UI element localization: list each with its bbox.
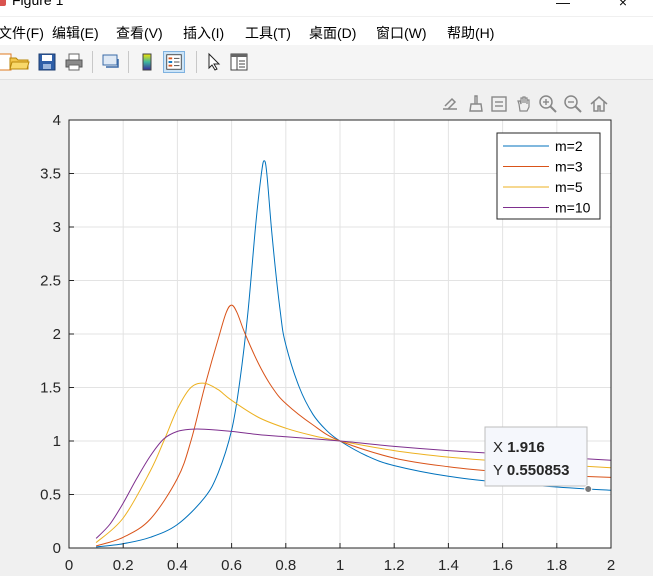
- x-tick-label: 0.6: [221, 557, 242, 574]
- x-tick-label: 1: [336, 557, 344, 574]
- x-tick-label: 1.8: [546, 557, 567, 574]
- y-tick-label: 0: [53, 540, 61, 557]
- x-tick-label: 1.6: [492, 557, 513, 574]
- x-tick-label: 2: [607, 557, 615, 574]
- x-tick-label: 1.4: [438, 557, 459, 574]
- legend-label: m=2: [555, 138, 583, 154]
- svg-text:Y 0.550853: Y 0.550853: [493, 462, 569, 479]
- datatip-marker[interactable]: [584, 485, 593, 494]
- legend-label: m=10: [555, 200, 591, 216]
- y-tick-label: 2: [53, 326, 61, 343]
- datatip-x-value: 1.916: [507, 439, 545, 456]
- y-tick-label: 1: [53, 433, 61, 450]
- legend[interactable]: m=2 m=3 m=5 m=10: [496, 132, 601, 220]
- y-tick-label: 0.5: [40, 487, 61, 504]
- datatip-x-label: X: [493, 439, 503, 456]
- datatip[interactable]: X 1.916 Y 0.550853: [484, 426, 593, 494]
- x-tick-label: 0.2: [113, 557, 134, 574]
- x-tick-label: 0.8: [275, 557, 296, 574]
- datatip-y-label: Y: [493, 462, 503, 479]
- y-tick-label: 3.5: [40, 166, 61, 183]
- legend-label: m=3: [555, 159, 583, 175]
- svg-text:X 1.916: X 1.916: [493, 439, 545, 456]
- y-tick-label: 4: [53, 112, 61, 129]
- x-tick-label: 0: [65, 557, 73, 574]
- line-chart: 0 0.2 0.4 0.6 0.8 1 1.2 1.4 1.6 1.8 2 0 0.5 1 1.5 2 2.5 3…: [40, 112, 615, 574]
- legend-label: m=5: [555, 179, 583, 195]
- x-tick-label: 1.2: [384, 557, 405, 574]
- x-tick-label: 0.4: [167, 557, 188, 574]
- datatip-y-value: 0.550853: [507, 462, 570, 479]
- y-tick-label: 2.5: [40, 273, 61, 290]
- y-tick-label: 3: [53, 219, 61, 236]
- y-tick-label: 1.5: [40, 380, 61, 397]
